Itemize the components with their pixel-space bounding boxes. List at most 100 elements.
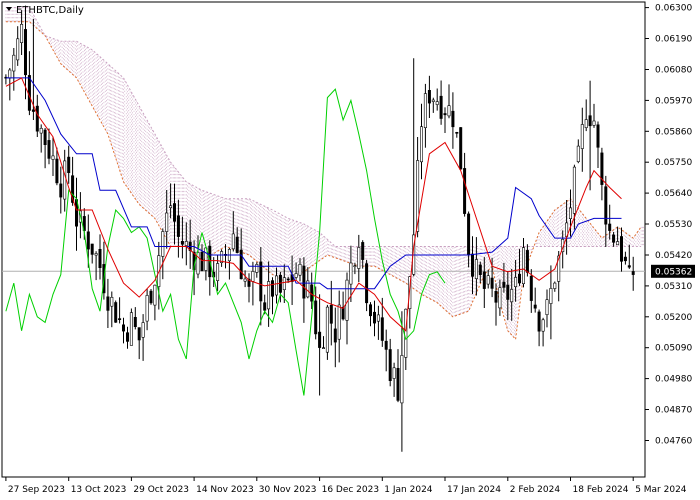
candle-body xyxy=(263,302,267,311)
x-tick-label: 18 Feb 2024 xyxy=(573,485,629,495)
candle-body xyxy=(612,234,616,243)
candle-body xyxy=(173,203,177,222)
candle-body xyxy=(110,296,114,307)
candle-body xyxy=(506,284,510,300)
candle-body xyxy=(259,261,263,302)
candle-body xyxy=(619,236,623,262)
y-tick-label: 0.05970 xyxy=(655,96,692,106)
x-tick-label: 16 Dec 2023 xyxy=(322,485,380,495)
x-tick-label: 30 Nov 2023 xyxy=(259,485,317,495)
y-tick-label: 0.05530 xyxy=(655,220,692,230)
candle-body xyxy=(216,263,220,281)
candle-body xyxy=(608,223,612,231)
chart-canvas: 0.06300 0.06190 0.06080 0.05970 0.05860 0.057… xyxy=(1,1,695,495)
candle-body xyxy=(63,160,67,200)
candle-body xyxy=(553,282,557,289)
candle-body xyxy=(106,296,110,311)
candle-body xyxy=(376,314,380,322)
x-tick-label: 14 Nov 2023 xyxy=(196,485,254,495)
candle-body xyxy=(517,273,521,284)
candle-body xyxy=(31,109,35,112)
candle-body xyxy=(533,304,537,309)
candle-body xyxy=(439,95,443,119)
candle-body xyxy=(623,256,627,262)
candle-body xyxy=(176,215,180,237)
candle-body xyxy=(482,271,486,289)
candle-body xyxy=(274,275,278,296)
candle-body xyxy=(455,132,459,134)
y-tick-label: 0.05860 xyxy=(655,127,692,137)
x-tick-label: 29 Oct 2023 xyxy=(133,485,189,495)
candle-body xyxy=(392,367,396,379)
candle-body xyxy=(114,302,118,323)
candle-body xyxy=(200,251,204,272)
candle-body xyxy=(361,242,365,260)
candle-body xyxy=(353,265,357,268)
candle-body xyxy=(419,126,423,163)
candle-body xyxy=(59,183,63,198)
candle-body xyxy=(149,290,153,304)
x-tick-label: 2 Feb 2024 xyxy=(510,485,561,495)
candle-body xyxy=(470,253,474,277)
candle-body xyxy=(549,288,553,304)
candle-body xyxy=(427,90,431,104)
candle-body xyxy=(584,119,588,128)
y-tick-label: 0.05750 xyxy=(655,158,692,168)
candle-body xyxy=(133,316,137,327)
x-tick-label: 13 Oct 2023 xyxy=(71,485,127,495)
candle-body xyxy=(184,241,188,246)
candle-body xyxy=(568,207,572,219)
candle-body xyxy=(451,110,455,128)
candle-body xyxy=(447,105,451,117)
y-tick-label: 0.04980 xyxy=(655,375,692,385)
candle-body xyxy=(478,264,482,275)
y-tick-label: 0.05420 xyxy=(655,251,692,261)
candle-body xyxy=(235,236,239,253)
candle-body xyxy=(592,120,596,126)
candle-body xyxy=(39,128,43,134)
candle-body xyxy=(365,263,369,304)
candle-body xyxy=(431,99,435,102)
candle-body xyxy=(545,299,549,316)
candle-body xyxy=(122,324,126,332)
candle-body xyxy=(129,312,133,346)
current-price-value: 0.05362 xyxy=(655,267,692,277)
candle-body xyxy=(169,205,173,209)
candle-body xyxy=(118,318,122,321)
candle-body xyxy=(474,259,478,280)
current-price-tag: 0.05362 xyxy=(651,264,695,278)
candle-body xyxy=(384,340,388,350)
x-tick-label: 27 Sep 2023 xyxy=(8,485,65,495)
candle-body xyxy=(243,278,247,282)
candle-body xyxy=(47,140,51,159)
candle-body xyxy=(270,280,274,297)
candle-body xyxy=(43,129,47,145)
candle-body xyxy=(435,101,439,105)
symbol-label: ETHBTC,Daily xyxy=(16,5,84,16)
candle-body xyxy=(302,265,306,299)
candle-body xyxy=(35,105,39,132)
candle-body xyxy=(153,284,157,306)
candle-body xyxy=(380,317,384,341)
candle-body xyxy=(98,249,102,269)
candle-body xyxy=(90,243,94,255)
candle-body xyxy=(278,274,282,293)
candle-body xyxy=(161,231,165,257)
candle-body xyxy=(490,277,494,289)
candle-body xyxy=(145,295,149,322)
candle-body xyxy=(525,250,529,273)
candle-body xyxy=(333,328,337,343)
candle-body xyxy=(20,23,24,43)
candle-body xyxy=(631,271,635,275)
x-tick-label: 1 Jan 2024 xyxy=(384,485,432,495)
candle-body xyxy=(12,54,16,72)
candle-body xyxy=(368,304,372,317)
candle-body xyxy=(67,156,71,174)
candle-body xyxy=(498,287,502,309)
candle-body xyxy=(596,124,600,148)
y-tick-label: 0.06300 xyxy=(655,4,692,14)
x-axis: 27 Sep 2023 13 Oct 2023 29 Oct 2023 14 Nov … xyxy=(5,477,687,495)
candle-body xyxy=(180,241,184,245)
candle-body xyxy=(514,277,518,287)
y-tick-label: 0.04870 xyxy=(655,406,692,416)
